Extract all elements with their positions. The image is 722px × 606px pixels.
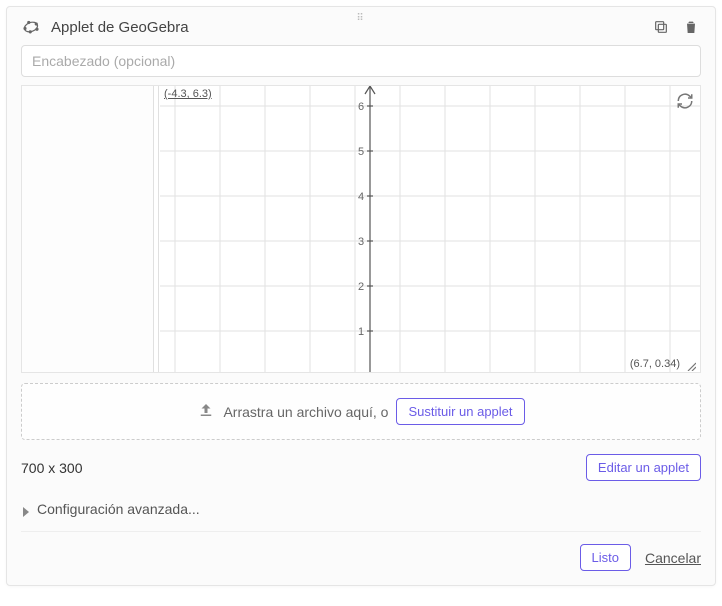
y-tick-1: 1 xyxy=(358,326,364,338)
applet-preview[interactable]: 6 5 4 3 2 1 (-4.3, 6.3) (6.7, 0.34) xyxy=(21,85,701,373)
chevron-right-icon xyxy=(21,504,31,514)
advanced-config-toggle[interactable]: Configuración avanzada... xyxy=(21,497,701,532)
replace-applet-button[interactable]: Sustituir un applet xyxy=(396,398,524,425)
y-tick-6: 6 xyxy=(358,101,364,113)
grip-icon[interactable]: ⠿ xyxy=(356,13,365,24)
dimensions-label: 700 x 300 xyxy=(21,460,83,476)
coord-bottom-right: (6.7, 0.34) xyxy=(630,358,680,370)
geogebra-icon xyxy=(21,17,41,37)
y-tick-3: 3 xyxy=(358,236,364,248)
y-tick-4: 4 xyxy=(358,191,364,203)
y-tick-2: 2 xyxy=(358,281,364,293)
upload-icon xyxy=(197,401,215,422)
grid-lines xyxy=(160,86,700,372)
edit-applet-button[interactable]: Editar un applet xyxy=(586,454,701,481)
upload-text: Arrastra un archivo aquí, o xyxy=(223,404,388,420)
algebra-panel[interactable] xyxy=(22,86,154,372)
coord-top-left: (-4.3, 6.3) xyxy=(164,88,212,100)
delete-icon[interactable] xyxy=(681,17,701,37)
dialog-footer: Listo Cancelar xyxy=(21,544,701,571)
cancel-link[interactable]: Cancelar xyxy=(645,550,701,566)
advanced-config-label: Configuración avanzada... xyxy=(37,501,200,517)
resize-handle-icon[interactable] xyxy=(686,358,696,368)
heading-input[interactable] xyxy=(21,45,701,77)
upload-dropzone[interactable]: Arrastra un archivo aquí, o Sustituir un… xyxy=(21,383,701,440)
done-button[interactable]: Listo xyxy=(580,544,631,571)
graph-canvas[interactable]: 6 5 4 3 2 1 (-4.3, 6.3) (6.7, 0.34) xyxy=(160,86,700,372)
copy-icon[interactable] xyxy=(651,17,671,37)
y-axis xyxy=(365,86,375,372)
y-tick-5: 5 xyxy=(358,146,364,158)
dialog-title: Applet de GeoGebra xyxy=(51,19,189,36)
applet-dialog: ⠿ Applet de GeoGebra xyxy=(6,6,716,586)
refresh-icon[interactable] xyxy=(676,92,694,110)
